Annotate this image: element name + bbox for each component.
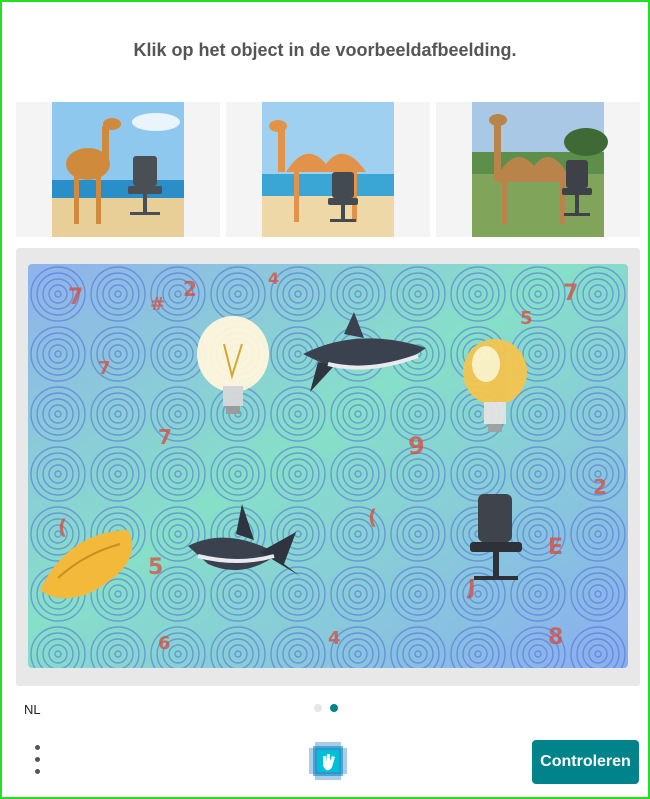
svg-text:7: 7 (158, 425, 172, 449)
menu-dot-icon (35, 769, 40, 774)
svg-text:8: 8 (548, 625, 563, 650)
svg-text:(: ( (368, 505, 377, 529)
svg-text:(: ( (58, 515, 67, 539)
example-images (16, 102, 640, 237)
page-dot-2[interactable] (330, 704, 338, 712)
svg-text:7: 7 (68, 285, 83, 310)
svg-text:2: 2 (183, 277, 197, 301)
submit-button[interactable]: Controleren (532, 740, 639, 784)
svg-text:5: 5 (520, 308, 533, 329)
svg-text:7: 7 (98, 358, 111, 379)
svg-text:9: 9 (408, 432, 425, 460)
svg-text:E: E (548, 535, 563, 560)
example-image-1 (16, 102, 220, 237)
svg-text:#: # (150, 294, 165, 315)
svg-text:6: 6 (158, 633, 171, 654)
more-options-button[interactable] (28, 743, 48, 779)
svg-text:2: 2 (593, 475, 607, 499)
hcaptcha-logo-icon (307, 740, 349, 782)
language-selector[interactable]: NL (24, 702, 41, 717)
challenge-image[interactable]: 7 2 # 4 7 5 7 9 2 E 5 J 8 6 4 ( (7 (28, 264, 628, 668)
example-image-3 (436, 102, 640, 237)
svg-text:4: 4 (328, 628, 341, 649)
svg-text:7: 7 (563, 281, 578, 306)
menu-dot-icon (35, 745, 40, 750)
svg-text:5: 5 (148, 555, 163, 580)
prompt-text: Klik op het object in de voorbeeldafbeel… (133, 40, 517, 60)
page-dot-1[interactable] (314, 704, 322, 712)
example-image-2 (226, 102, 430, 237)
challenge-area: 7 2 # 4 7 5 7 9 2 E 5 J 8 6 4 ( (7 (16, 248, 640, 686)
captcha-frame: Klik op het object in de voorbeeldafbeel… (0, 0, 650, 799)
menu-dot-icon (35, 757, 40, 762)
svg-text:4: 4 (268, 269, 279, 288)
